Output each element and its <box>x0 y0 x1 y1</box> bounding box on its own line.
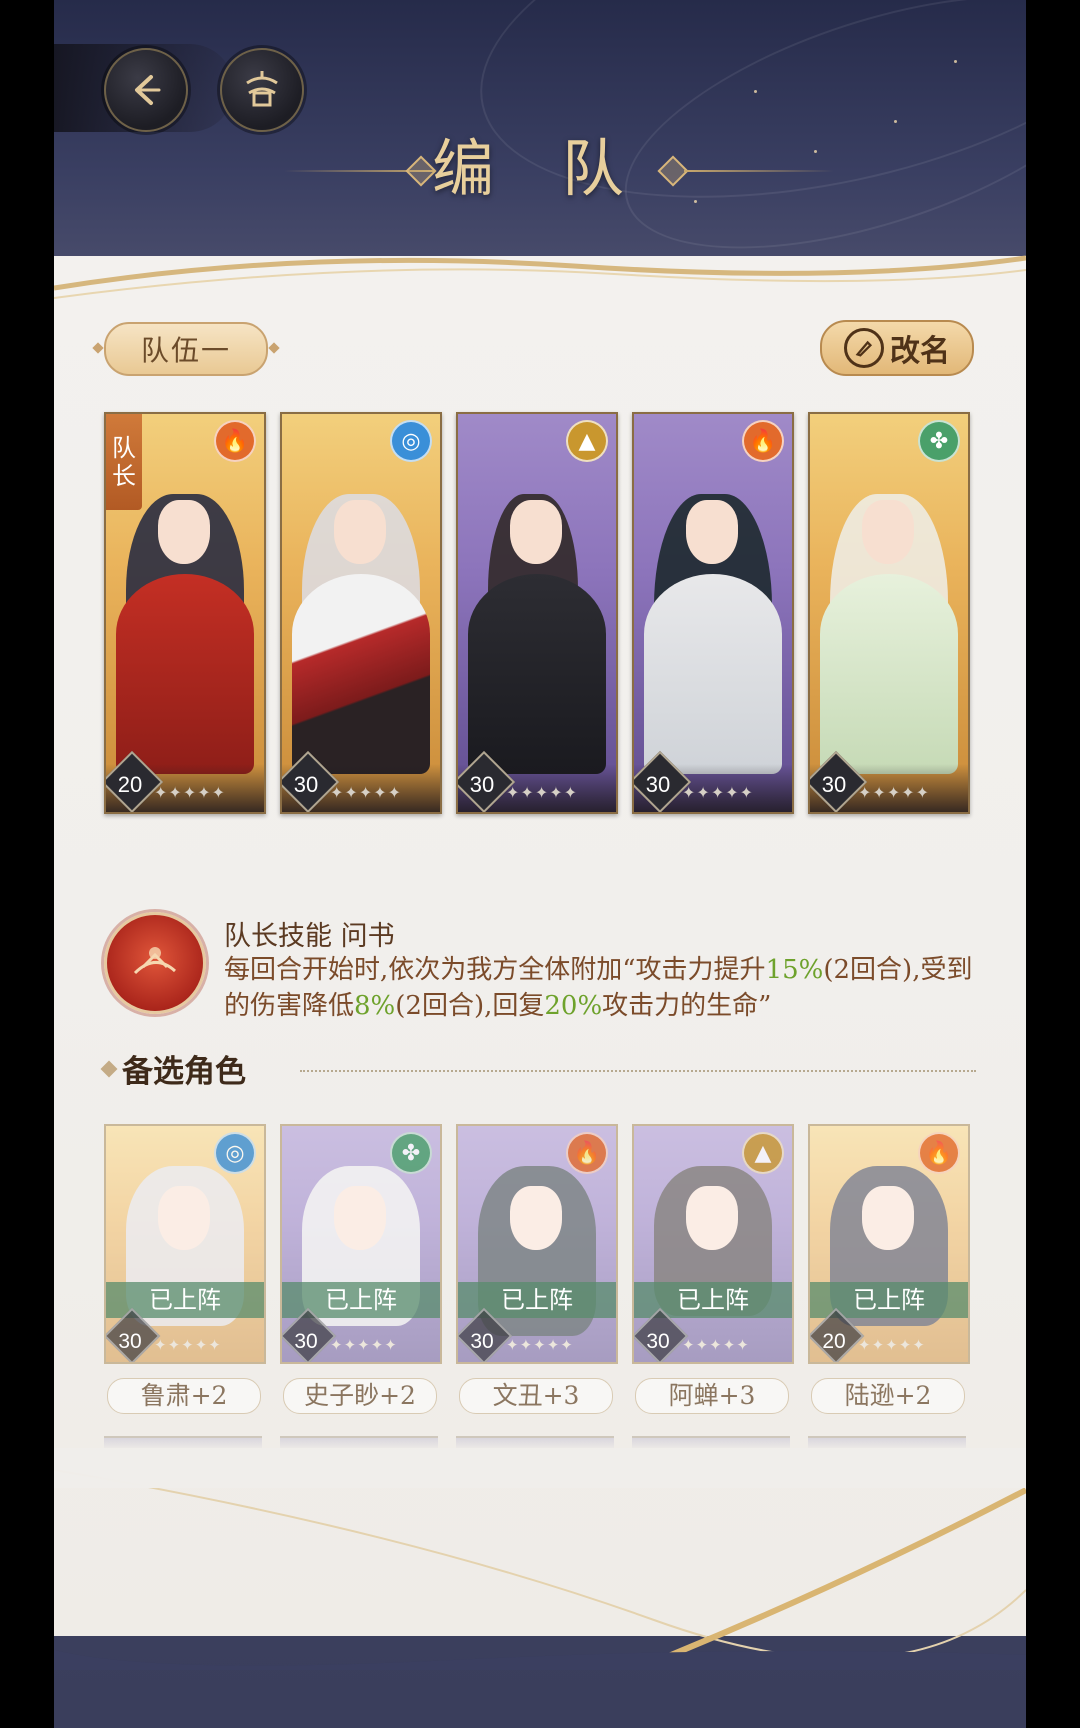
team-tab[interactable]: 队伍一 <box>104 322 268 376</box>
rename-button[interactable]: 改名 <box>820 320 974 376</box>
level-value: 30 <box>118 1330 142 1353</box>
title-right-line <box>684 170 834 172</box>
team-member-card[interactable]: 🔥 30 ✦✦✦✦✦ <box>632 412 794 814</box>
reserve-card[interactable]: 🔥 已上阵 20 ✦✦✦✦✦ <box>808 1124 970 1364</box>
reserve-section-header: 备选角色 <box>100 1046 980 1090</box>
star-rating: ✦✦✦✦✦ <box>858 1336 926 1354</box>
leader-skill-description: 每回合开始时,依次为我方全体附加“攻击力提升15%(2回合),受到的伤害降低8%… <box>224 955 973 1021</box>
level-value: 20 <box>117 772 143 797</box>
star-rating: ✦✦✦✦✦ <box>858 783 931 802</box>
reserve-card[interactable]: 🔥 已上阵 30 ✦✦✦✦✦ <box>456 1124 618 1364</box>
level-value: 30 <box>645 772 671 797</box>
character-robe <box>644 574 782 774</box>
character-robe <box>820 574 958 774</box>
panel-bottom-border <box>54 1470 1026 1670</box>
scroll-fade <box>54 1448 1026 1488</box>
leader-skill-title: 队长技能 问书 <box>224 921 395 952</box>
reserve-divider <box>300 1070 976 1072</box>
water-element-icon: ◎ <box>214 1132 256 1174</box>
reserve-name-label: 阿蝉+3 <box>635 1378 789 1414</box>
fire-element-icon: 🔥 <box>918 1132 960 1174</box>
character-robe <box>468 574 606 774</box>
level-value: 30 <box>470 1330 494 1353</box>
wind-element-icon: ✤ <box>918 420 960 462</box>
team-member-card[interactable]: ▲ 30 ✦✦✦✦✦ <box>456 412 618 814</box>
character-face <box>158 500 210 564</box>
star-rating: ✦✦✦✦✦ <box>154 783 227 802</box>
panel-top-border <box>54 255 1026 299</box>
level-value: 30 <box>646 1330 670 1353</box>
book-fire-icon <box>133 947 177 975</box>
team-member-card[interactable]: 队 长 🔥 20 ✦✦✦✦✦ <box>104 412 266 814</box>
star-rating: ✦✦✦✦✦ <box>682 783 755 802</box>
reserve-name-label: 鲁肃+2 <box>107 1378 261 1414</box>
pavilion-home-icon <box>246 71 278 107</box>
reserve-name-label: 陆逊+2 <box>811 1378 965 1414</box>
reserve-card[interactable]: ◎ 已上阵 30 ✦✦✦✦✦ <box>104 1124 266 1364</box>
level-value: 30 <box>293 772 319 797</box>
reserve-card[interactable]: ▲ 已上阵 30 ✦✦✦✦✦ <box>632 1124 794 1364</box>
sparkle <box>954 60 957 63</box>
fire-element-icon: 🔥 <box>742 420 784 462</box>
fire-element-icon: 🔥 <box>566 1132 608 1174</box>
earth-element-icon: ▲ <box>566 420 608 462</box>
star-rating: ✦✦✦✦✦ <box>330 783 403 802</box>
reserve-name-label: 文丑+3 <box>459 1378 613 1414</box>
star-rating: ✦✦✦✦✦ <box>682 1336 750 1354</box>
captain-tag: 队 长 <box>106 414 142 510</box>
screen: 编 队 队伍一 改名 队 长 🔥 20 ✦✦✦✦✦ ◎ 30 ✦✦✦✦✦ ▲ 3… <box>0 0 1080 1728</box>
star-rating: ✦✦✦✦✦ <box>154 1336 222 1354</box>
character-robe <box>116 574 254 774</box>
star-rating: ✦✦✦✦✦ <box>506 783 579 802</box>
water-element-icon: ◎ <box>390 420 432 462</box>
earth-element-icon: ▲ <box>742 1132 784 1174</box>
team-member-card[interactable]: ✤ 30 ✦✦✦✦✦ <box>808 412 970 814</box>
brush-edit-icon <box>844 328 884 368</box>
wind-element-icon: ✤ <box>390 1132 432 1174</box>
fire-element-icon: 🔥 <box>214 420 256 462</box>
level-value: 30 <box>294 1330 318 1353</box>
level-value: 30 <box>821 772 847 797</box>
character-face <box>686 500 738 564</box>
level-value: 30 <box>469 772 495 797</box>
team-tab-label: 队伍一 <box>140 334 231 367</box>
star-rating: ✦✦✦✦✦ <box>506 1336 574 1354</box>
diamond-bullet-icon <box>100 1060 118 1078</box>
back-arrow-icon <box>135 75 161 105</box>
page-title: 编 队 <box>432 132 648 205</box>
reserve-title: 备选角色 <box>122 1054 246 1090</box>
reserve-name-label: 史子眇+2 <box>283 1378 437 1414</box>
leader-skill-icon[interactable] <box>104 912 206 1014</box>
character-face <box>510 500 562 564</box>
sparkle <box>754 90 757 93</box>
character-robe <box>292 574 430 774</box>
level-value: 20 <box>822 1330 846 1353</box>
game-frame: 编 队 队伍一 改名 队 长 🔥 20 ✦✦✦✦✦ ◎ 30 ✦✦✦✦✦ ▲ 3… <box>54 0 1026 1728</box>
star-rating: ✦✦✦✦✦ <box>330 1336 398 1354</box>
team-member-card[interactable]: ◎ 30 ✦✦✦✦✦ <box>280 412 442 814</box>
rename-label: 改名 <box>890 334 950 369</box>
character-face <box>862 500 914 564</box>
character-face <box>334 500 386 564</box>
reserve-card[interactable]: ✤ 已上阵 30 ✦✦✦✦✦ <box>280 1124 442 1364</box>
